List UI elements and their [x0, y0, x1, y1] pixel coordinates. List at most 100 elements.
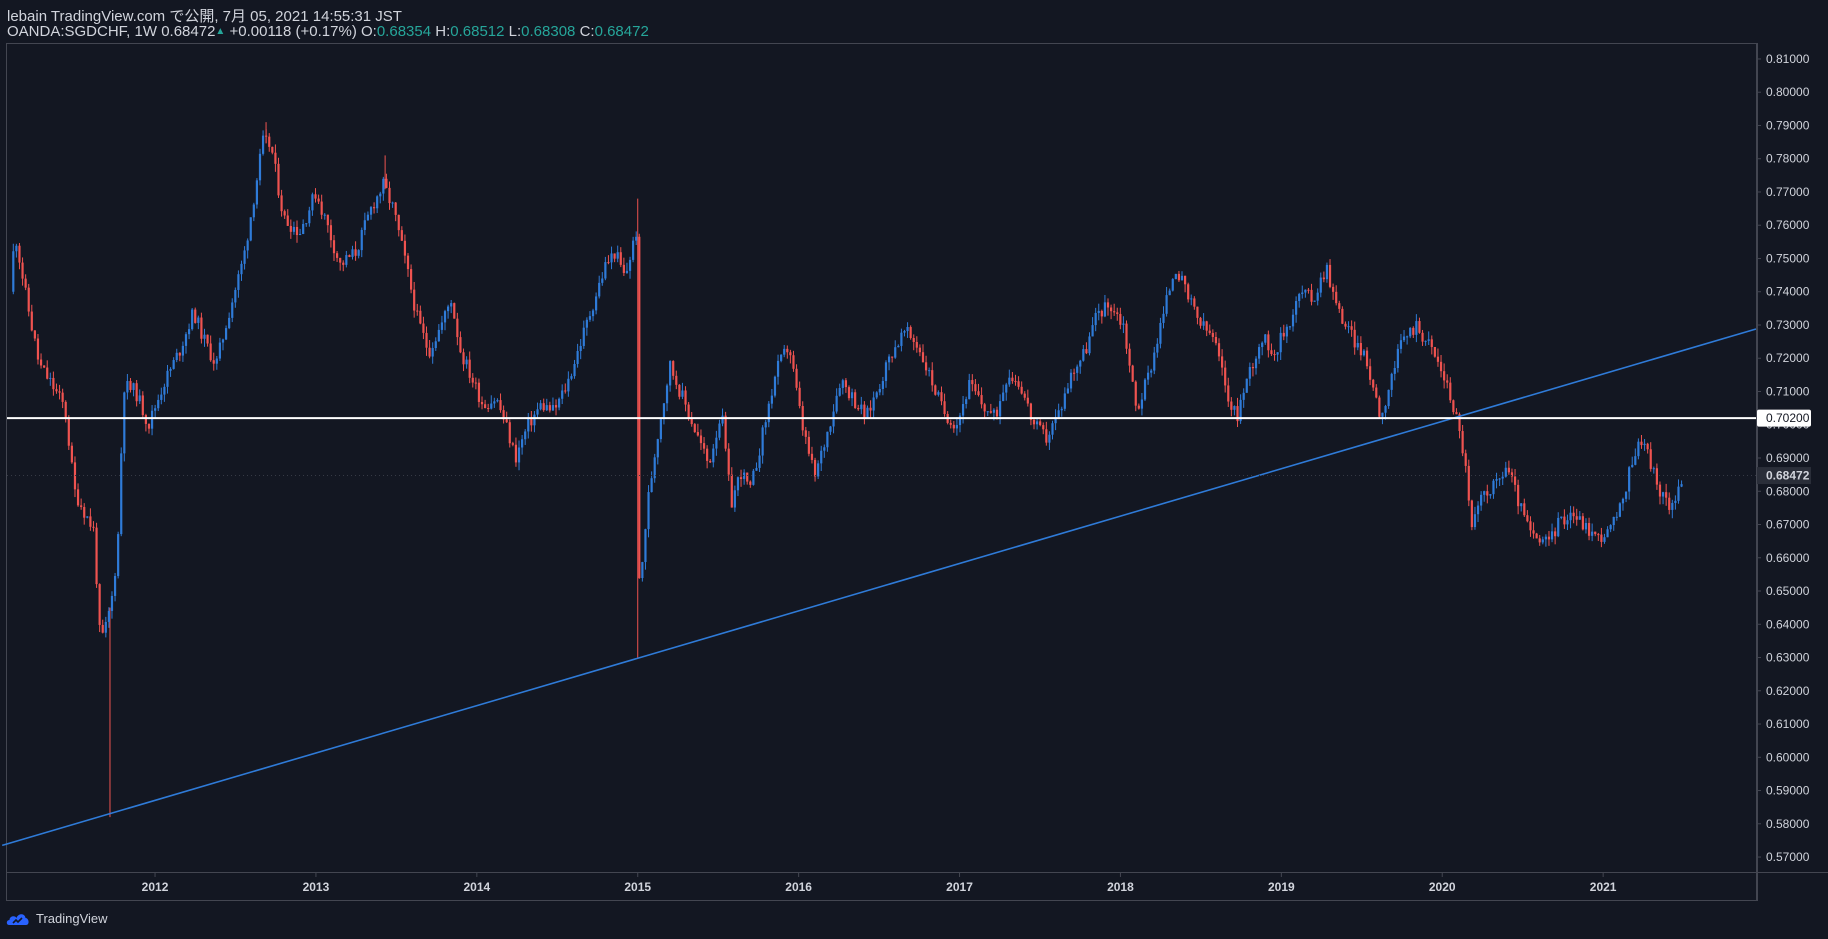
candle-body-288 — [900, 332, 903, 346]
candle-body-16 — [61, 392, 64, 402]
price-tick-label: 0.58000 — [1766, 817, 1810, 831]
candle-body-335 — [1045, 429, 1048, 443]
candle-body-489 — [1520, 503, 1523, 507]
candle-body-263 — [823, 447, 826, 451]
candle-body-127 — [403, 240, 407, 256]
candle-body-317 — [989, 411, 992, 413]
candle-body-146 — [462, 352, 465, 365]
candle-body-248 — [776, 360, 780, 377]
time-axis[interactable]: 2012 2013 2014 2015 2016 2017 2018 2019 2020 2021 — [142, 872, 1617, 894]
candle-body-231 — [724, 415, 727, 449]
candle-body-19 — [70, 445, 73, 463]
candle-body-357 — [1113, 311, 1116, 313]
candle-body-6 — [30, 311, 33, 331]
price-tick-5: 0.62000 — [1756, 684, 1810, 698]
footer-brand[interactable]: TradingView — [6, 911, 108, 926]
candle-body-199 — [625, 270, 629, 273]
candle-body-309 — [965, 399, 968, 405]
candle-body-432 — [1344, 323, 1347, 327]
candle-body-377 — [1174, 273, 1177, 280]
candle-body-388 — [1208, 330, 1211, 333]
candle-body-182 — [573, 363, 576, 377]
candle-body-392 — [1221, 356, 1224, 368]
candle-body-473 — [1470, 500, 1473, 528]
candle-body-210 — [659, 419, 662, 440]
candle-body-491 — [1526, 515, 1529, 522]
candle-body-359 — [1119, 313, 1122, 325]
price-tick-0: 0.57000 — [1756, 850, 1810, 864]
candle-body-58 — [191, 309, 194, 330]
candle-body-333 — [1039, 421, 1042, 426]
candle-body-207 — [650, 478, 653, 493]
candle-body-277 — [866, 407, 869, 418]
price-tick-4: 0.61000 — [1756, 717, 1810, 731]
candle-body-2 — [18, 245, 21, 263]
candle-body-351 — [1094, 312, 1097, 326]
candle-body-66 — [215, 358, 218, 364]
price-tick-6: 0.63000 — [1756, 651, 1810, 665]
candle-body-156 — [493, 401, 496, 404]
candle-body-296 — [924, 362, 928, 371]
candle-body-203 — [638, 236, 641, 579]
time-tick-2020: 2020 — [1429, 872, 1456, 894]
candle-body-501 — [1557, 517, 1560, 537]
candle-body-326 — [1017, 381, 1020, 387]
candle-body-482 — [1498, 478, 1501, 480]
candle-body-306 — [955, 425, 959, 429]
trendline[interactable] — [1, 328, 1757, 847]
candle-body-93 — [298, 233, 302, 236]
candle-body-415 — [1291, 314, 1295, 327]
candle-body-200 — [628, 259, 632, 271]
candle-body-354 — [1103, 302, 1107, 317]
candle-body-32 — [110, 595, 114, 611]
price-tick-label: 0.78000 — [1766, 152, 1810, 166]
candle-body-505 — [1569, 512, 1572, 521]
candle-body-444 — [1381, 412, 1384, 417]
candle-body-405 — [1261, 342, 1264, 348]
candle-body-219 — [687, 404, 690, 418]
price-chart[interactable]: 0.57000 0.58000 0.59000 0.60000 0.61000 0.620… — [0, 0, 1828, 939]
candle-body-217 — [681, 390, 684, 397]
candle-body-458 — [1424, 340, 1427, 342]
price-tick-22: 0.79000 — [1756, 118, 1810, 132]
candle-body-61 — [200, 317, 203, 339]
candle-body-28 — [98, 584, 101, 625]
candle-body-459 — [1427, 339, 1430, 341]
price-tick-3: 0.60000 — [1756, 750, 1810, 764]
candle-body-239 — [749, 481, 752, 485]
candle-body-269 — [841, 380, 844, 388]
candle-body-525 — [1631, 464, 1634, 468]
candle-body-272 — [850, 392, 854, 399]
price-tick-label: 0.71000 — [1766, 384, 1810, 398]
price-axis[interactable]: 0.57000 0.58000 0.59000 0.60000 0.61000 0.620… — [1756, 52, 1810, 864]
candle-body-331 — [1032, 419, 1036, 425]
candle-body-366 — [1140, 399, 1144, 409]
candle-body-233 — [730, 474, 733, 508]
candle-body-343 — [1069, 372, 1073, 389]
candle-body-310 — [968, 380, 971, 400]
candle-body-373 — [1162, 313, 1165, 323]
candle-body-170 — [536, 409, 539, 415]
price-tick-label: 0.74000 — [1766, 285, 1810, 299]
price-tick-23: 0.80000 — [1756, 85, 1810, 99]
candle-body-278 — [869, 407, 872, 411]
candle-body-478 — [1486, 491, 1489, 496]
candle-body-50 — [166, 370, 169, 387]
candle-body-100 — [320, 201, 323, 215]
candle-body-236 — [739, 477, 743, 479]
candle-body-328 — [1023, 393, 1026, 398]
candle-body-102 — [326, 214, 329, 226]
candle-body-189 — [595, 296, 598, 311]
candle-body-321 — [1002, 392, 1005, 402]
candle-body-423 — [1316, 292, 1319, 301]
time-tick-label: 2013 — [303, 880, 330, 894]
candle-body-60 — [197, 317, 200, 323]
candle-body-454 — [1412, 327, 1415, 335]
time-tick-2019: 2019 — [1268, 872, 1295, 894]
candle-body-160 — [505, 419, 508, 423]
candle-body-41 — [138, 395, 141, 402]
candle-body-178 — [561, 390, 564, 399]
price-tick-16: 0.73000 — [1756, 318, 1810, 332]
time-tick-label: 2017 — [946, 880, 973, 894]
candle-body-68 — [221, 339, 225, 343]
